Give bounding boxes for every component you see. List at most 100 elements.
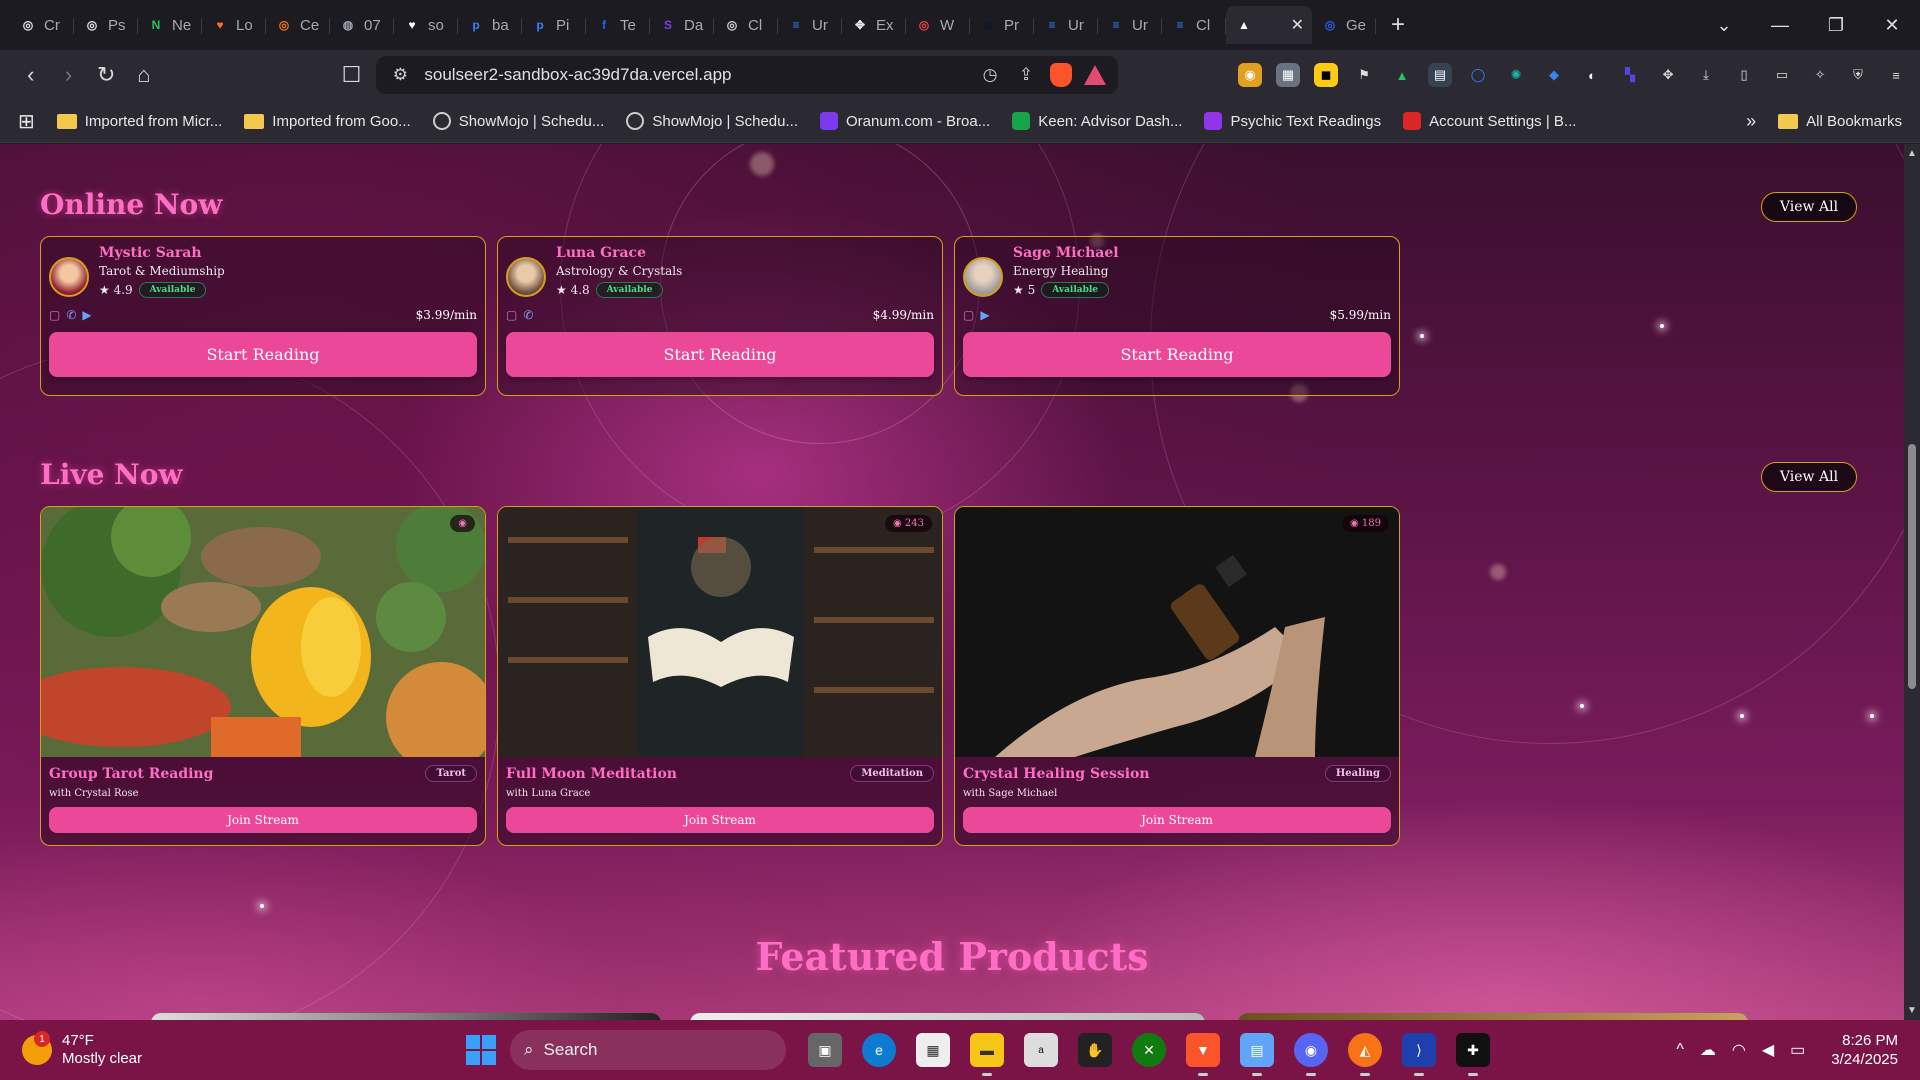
vscode-icon[interactable]: ⟩ bbox=[1402, 1033, 1436, 1076]
new-tab-button[interactable]: + bbox=[1380, 7, 1416, 43]
stream-card[interactable]: ◉ Group Tarot Reading Tarot with Crystal… bbox=[40, 506, 486, 846]
scroll-thumb[interactable] bbox=[1908, 444, 1916, 689]
browser-tab[interactable]: ◎ Cl bbox=[714, 6, 778, 44]
browser-tab[interactable]: p ba bbox=[458, 6, 522, 44]
clock[interactable]: 8:26 PM 3/24/2025 bbox=[1831, 1031, 1898, 1070]
reader-name[interactable]: Luna Grace bbox=[556, 245, 682, 261]
bookmark-item[interactable]: Oranum.com - Broa... bbox=[820, 112, 990, 130]
browser-tab[interactable]: ≡ Ur bbox=[1034, 6, 1098, 44]
browser-tab[interactable]: ≡ Cl bbox=[1162, 6, 1226, 44]
browser-tab[interactable]: f Te bbox=[586, 6, 650, 44]
extension-icon[interactable]: ◯ bbox=[1466, 63, 1490, 87]
start-reading-button[interactable]: Start Reading bbox=[49, 332, 477, 377]
puzzle-icon[interactable]: ✥ bbox=[1656, 63, 1680, 87]
site-info-icon[interactable]: ⚙ bbox=[388, 65, 412, 85]
bookmark-item[interactable]: Account Settings | B... bbox=[1403, 112, 1576, 130]
start-reading-button[interactable]: Start Reading bbox=[963, 332, 1391, 377]
start-button[interactable] bbox=[466, 1035, 496, 1065]
bookmark-icon[interactable]: ⚑ bbox=[1352, 63, 1376, 87]
taskbar-search[interactable]: ⌕ Search bbox=[510, 1030, 786, 1070]
reader-name[interactable]: Sage Michael bbox=[1013, 245, 1119, 261]
file-explorer-icon[interactable]: ▬ bbox=[970, 1033, 1004, 1076]
back-button[interactable]: ‹ bbox=[12, 56, 50, 94]
reader-card[interactable]: Luna Grace Astrology & Crystals ★ 4.8 Av… bbox=[497, 236, 943, 396]
browser-tab[interactable]: ♥ so bbox=[394, 6, 458, 44]
browser-tab[interactable]: p Pi bbox=[522, 6, 586, 44]
browser-tab[interactable]: ◎ Ps bbox=[74, 6, 138, 44]
figma-icon[interactable]: ✚ bbox=[1456, 1033, 1490, 1076]
bookmark-item[interactable]: Imported from Micr... bbox=[56, 112, 222, 130]
tarot-app-icon[interactable]: ✋ bbox=[1078, 1033, 1112, 1067]
product-card[interactable] bbox=[690, 1013, 1205, 1020]
share-icon[interactable]: ⇪ bbox=[1014, 65, 1038, 85]
brave-rewards-icon[interactable] bbox=[1084, 65, 1107, 85]
reader-name[interactable]: Mystic Sarah bbox=[99, 245, 225, 261]
browser-tab[interactable]: ◎ W bbox=[906, 6, 970, 44]
scroll-up-arrow[interactable]: ▲ bbox=[1907, 148, 1917, 159]
avatar[interactable] bbox=[49, 257, 89, 297]
browser-tab[interactable]: ✥ Ex bbox=[842, 6, 906, 44]
bookmark-item[interactable]: Psychic Text Readings bbox=[1204, 112, 1381, 130]
store-icon[interactable]: ▦ bbox=[916, 1033, 950, 1067]
reload-button[interactable]: ↻ bbox=[87, 56, 125, 94]
extension-icon[interactable]: ✺ bbox=[1504, 63, 1528, 87]
wifi-icon[interactable]: ◠ bbox=[1732, 1040, 1746, 1060]
stream-thumbnail-container[interactable]: ◉ 189 bbox=[955, 507, 1399, 757]
more-bookmarks-icon[interactable]: » bbox=[1746, 111, 1756, 132]
browser-tab[interactable]: ◎ Ge bbox=[1312, 6, 1376, 44]
menu-icon[interactable]: ≡ bbox=[1884, 63, 1908, 87]
chevron-up-icon[interactable]: ^ bbox=[1676, 1041, 1684, 1059]
apps-grid-icon[interactable]: ⊞ bbox=[18, 109, 35, 134]
extension-icon[interactable]: ◆ bbox=[1542, 63, 1566, 87]
stream-card[interactable]: ◉ 189 Crystal Healing Session Healing wi… bbox=[954, 506, 1400, 846]
extension-icon[interactable]: ▤ bbox=[1428, 63, 1453, 87]
history-icon[interactable]: ◷ bbox=[978, 65, 1002, 85]
brave-shields-icon[interactable] bbox=[1050, 63, 1073, 87]
page-scrollbar[interactable]: ▲ ▼ bbox=[1904, 144, 1920, 1020]
browser-tab[interactable]: ◍ 07 bbox=[330, 6, 394, 44]
sidebar-icon[interactable]: ▯ bbox=[1732, 63, 1756, 87]
extension-icon[interactable]: ◐ bbox=[1580, 63, 1604, 87]
extension-icon[interactable]: ◉ bbox=[1238, 63, 1263, 87]
product-card[interactable] bbox=[1238, 1013, 1748, 1020]
avatar[interactable] bbox=[506, 257, 546, 297]
xbox-icon[interactable]: ✕ bbox=[1132, 1033, 1166, 1067]
bookmark-item[interactable]: Imported from Goo... bbox=[244, 112, 411, 130]
reader-card[interactable]: Sage Michael Energy Healing ★ 5 Availabl… bbox=[954, 236, 1400, 396]
browser-tab[interactable]: ≡ Ur bbox=[1098, 6, 1162, 44]
battery-icon[interactable]: ▭ bbox=[1790, 1040, 1805, 1060]
onedrive-icon[interactable]: ☁ bbox=[1700, 1040, 1716, 1060]
maximize-button[interactable]: ❐ bbox=[1808, 0, 1864, 50]
download-icon[interactable]: ⤓ bbox=[1694, 63, 1718, 87]
forward-button[interactable]: › bbox=[50, 56, 88, 94]
edge-icon[interactable]: e bbox=[862, 1033, 896, 1067]
stream-title[interactable]: Group Tarot Reading bbox=[49, 766, 213, 782]
brave-icon[interactable]: ▼ bbox=[1186, 1033, 1220, 1076]
stream-card[interactable]: ◉ 243 Full Moon Meditation Meditation wi… bbox=[497, 506, 943, 846]
extension-icon[interactable]: ◼ bbox=[1314, 63, 1339, 87]
browser-tab[interactable]: ♥ Lo bbox=[202, 6, 266, 44]
stream-thumbnail-container[interactable]: ◉ bbox=[41, 507, 485, 757]
join-stream-button[interactable]: Join Stream bbox=[506, 807, 934, 833]
wallet-icon[interactable]: ▭ bbox=[1770, 63, 1794, 87]
close-tab-icon[interactable]: ✕ bbox=[1291, 15, 1304, 35]
drive-icon[interactable]: ▲ bbox=[1390, 63, 1414, 87]
tab-search-icon[interactable]: ⌄ bbox=[1696, 0, 1752, 50]
extension-icon[interactable]: ▦ bbox=[1276, 63, 1301, 87]
minimize-button[interactable]: — bbox=[1752, 0, 1808, 50]
bookmark-page-icon[interactable]: ☐ bbox=[333, 56, 371, 94]
browser-tab[interactable]: ≡ Ur bbox=[778, 6, 842, 44]
app-icon[interactable]: ◭ bbox=[1348, 1033, 1382, 1076]
scroll-down-arrow[interactable]: ▼ bbox=[1907, 1005, 1917, 1016]
start-reading-button[interactable]: Start Reading bbox=[506, 332, 934, 377]
browser-tab[interactable]: ▲ ✕ bbox=[1226, 6, 1312, 44]
product-card[interactable] bbox=[151, 1013, 661, 1020]
browser-tab[interactable]: ◎ Ce bbox=[266, 6, 330, 44]
stream-title[interactable]: Full Moon Meditation bbox=[506, 766, 677, 782]
browser-tab[interactable]: ◉ Pr bbox=[970, 6, 1034, 44]
amazon-icon[interactable]: a bbox=[1024, 1033, 1058, 1067]
discord-icon[interactable]: ◉ bbox=[1294, 1033, 1328, 1076]
bookmark-item[interactable]: ShowMojo | Schedu... bbox=[432, 112, 604, 130]
extension-icon[interactable]: ▚ bbox=[1618, 63, 1642, 87]
browser-tab[interactable]: ◎ Cr bbox=[10, 6, 74, 44]
